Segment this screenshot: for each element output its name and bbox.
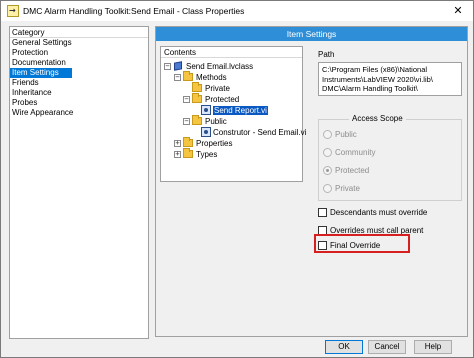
radio-public[interactable]: Public bbox=[323, 130, 357, 139]
tree-label-public: Public bbox=[205, 116, 227, 126]
category-item-item-settings[interactable]: Item Settings bbox=[10, 68, 72, 78]
category-item-documentation[interactable]: Documentation bbox=[10, 58, 148, 68]
help-button[interactable]: Help bbox=[414, 340, 452, 354]
tree-label-send-report: Send Report.vi bbox=[213, 105, 268, 115]
labview-app-icon: → bbox=[7, 5, 19, 17]
tree-row-types[interactable]: + Types bbox=[174, 148, 218, 159]
expand-icon[interactable]: + bbox=[174, 150, 181, 158]
radio-private[interactable]: Private bbox=[323, 184, 360, 193]
folder-icon bbox=[183, 71, 193, 81]
tree-row-send-report[interactable]: Send Report.vi bbox=[201, 105, 268, 115]
checkbox-icon bbox=[318, 208, 327, 217]
category-item-general-settings[interactable]: General Settings bbox=[10, 38, 148, 48]
tree-label-protected: Protected bbox=[205, 94, 240, 104]
cancel-button[interactable]: Cancel bbox=[368, 340, 406, 354]
contents-header: Contents bbox=[161, 47, 302, 58]
tree-label-construtor: Construtor - Send Email.vi bbox=[213, 127, 307, 137]
path-label: Path bbox=[318, 50, 335, 59]
collapse-icon[interactable]: − bbox=[164, 62, 171, 70]
tree-label-root: Send Email.lvclass bbox=[186, 61, 254, 71]
category-item-protection[interactable]: Protection bbox=[10, 48, 148, 58]
checkbox-final-override[interactable]: Final Override bbox=[318, 241, 380, 250]
folder-icon bbox=[183, 137, 193, 147]
checkbox-label: Descendants must override bbox=[330, 208, 428, 217]
expand-icon[interactable]: + bbox=[174, 139, 181, 147]
class-properties-dialog: → DMC Alarm Handling Toolkit:Send Email … bbox=[0, 0, 474, 358]
radio-label: Community bbox=[335, 148, 376, 157]
tree-row-private[interactable]: Private bbox=[192, 82, 230, 93]
tree-row-public[interactable]: − Public bbox=[183, 115, 227, 126]
path-line: DMC\Alarm Handling Toolkit\ bbox=[322, 84, 418, 93]
title-bar: → DMC Alarm Handling Toolkit:Send Email … bbox=[1, 1, 473, 21]
tree-label-methods: Methods bbox=[196, 72, 227, 82]
folder-icon bbox=[183, 148, 193, 158]
tree-row-root[interactable]: − Send Email.lvclass bbox=[164, 60, 254, 71]
folder-icon bbox=[192, 93, 202, 103]
path-line: Instruments\LabVIEW 2020\vi.lib\ bbox=[322, 74, 433, 84]
access-scope-group: Access Scope Public Community Protected … bbox=[318, 114, 462, 201]
radio-label: Protected bbox=[335, 166, 370, 175]
ok-button[interactable]: OK bbox=[325, 340, 363, 354]
folder-icon bbox=[192, 115, 202, 125]
collapse-icon[interactable]: − bbox=[183, 117, 190, 125]
access-scope-title: Access Scope bbox=[349, 114, 406, 123]
tree-label-private: Private bbox=[205, 83, 230, 93]
tree-row-construtor[interactable]: Construtor - Send Email.vi bbox=[201, 127, 306, 137]
category-item-friends[interactable]: Friends bbox=[10, 78, 148, 88]
item-settings-header: Item Settings bbox=[156, 27, 467, 41]
tree-label-types: Types bbox=[196, 149, 218, 159]
radio-button-icon bbox=[323, 148, 332, 157]
vi-icon bbox=[201, 105, 211, 115]
folder-icon bbox=[192, 82, 202, 92]
radio-label: Public bbox=[335, 130, 357, 139]
path-line: C:\Program Files (x86)\National bbox=[322, 65, 428, 74]
checkbox-descendants-must-override[interactable]: Descendants must override bbox=[318, 208, 427, 217]
item-settings-panel: Item Settings Contents − Send Email.lvcl… bbox=[155, 26, 468, 337]
category-list[interactable]: Category General Settings Protection Doc… bbox=[9, 26, 149, 339]
radio-button-checked-icon bbox=[323, 166, 332, 175]
close-icon: ✕ bbox=[453, 4, 463, 17]
tree-row-methods[interactable]: − Methods bbox=[174, 71, 227, 82]
radio-button-icon bbox=[323, 130, 332, 139]
window-title: DMC Alarm Handling Toolkit:Send Email - … bbox=[23, 6, 245, 16]
radio-button-icon bbox=[323, 184, 332, 193]
close-button[interactable]: ✕ bbox=[447, 2, 469, 19]
checkbox-label: Final Override bbox=[330, 241, 381, 250]
category-item-probes[interactable]: Probes bbox=[10, 98, 148, 108]
category-header: Category bbox=[10, 27, 148, 38]
tree-row-protected[interactable]: − Protected bbox=[183, 93, 240, 104]
category-item-inheritance[interactable]: Inheritance bbox=[10, 88, 148, 98]
radio-protected[interactable]: Protected bbox=[323, 166, 369, 175]
category-item-wire-appearance[interactable]: Wire Appearance bbox=[10, 108, 148, 118]
tree-label-properties: Properties bbox=[196, 138, 233, 148]
lvclass-icon bbox=[173, 60, 183, 71]
tree-row-properties[interactable]: + Properties bbox=[174, 137, 233, 148]
path-field[interactable]: C:\Program Files (x86)\National Instrume… bbox=[318, 62, 462, 96]
radio-community[interactable]: Community bbox=[323, 148, 375, 157]
checkbox-icon bbox=[318, 241, 327, 250]
collapse-icon[interactable]: − bbox=[174, 73, 181, 81]
radio-label: Private bbox=[335, 184, 360, 193]
contents-tree[interactable]: Contents − Send Email.lvclass − Methods … bbox=[160, 46, 306, 182]
vi-icon bbox=[201, 127, 211, 137]
collapse-icon[interactable]: − bbox=[183, 95, 190, 103]
